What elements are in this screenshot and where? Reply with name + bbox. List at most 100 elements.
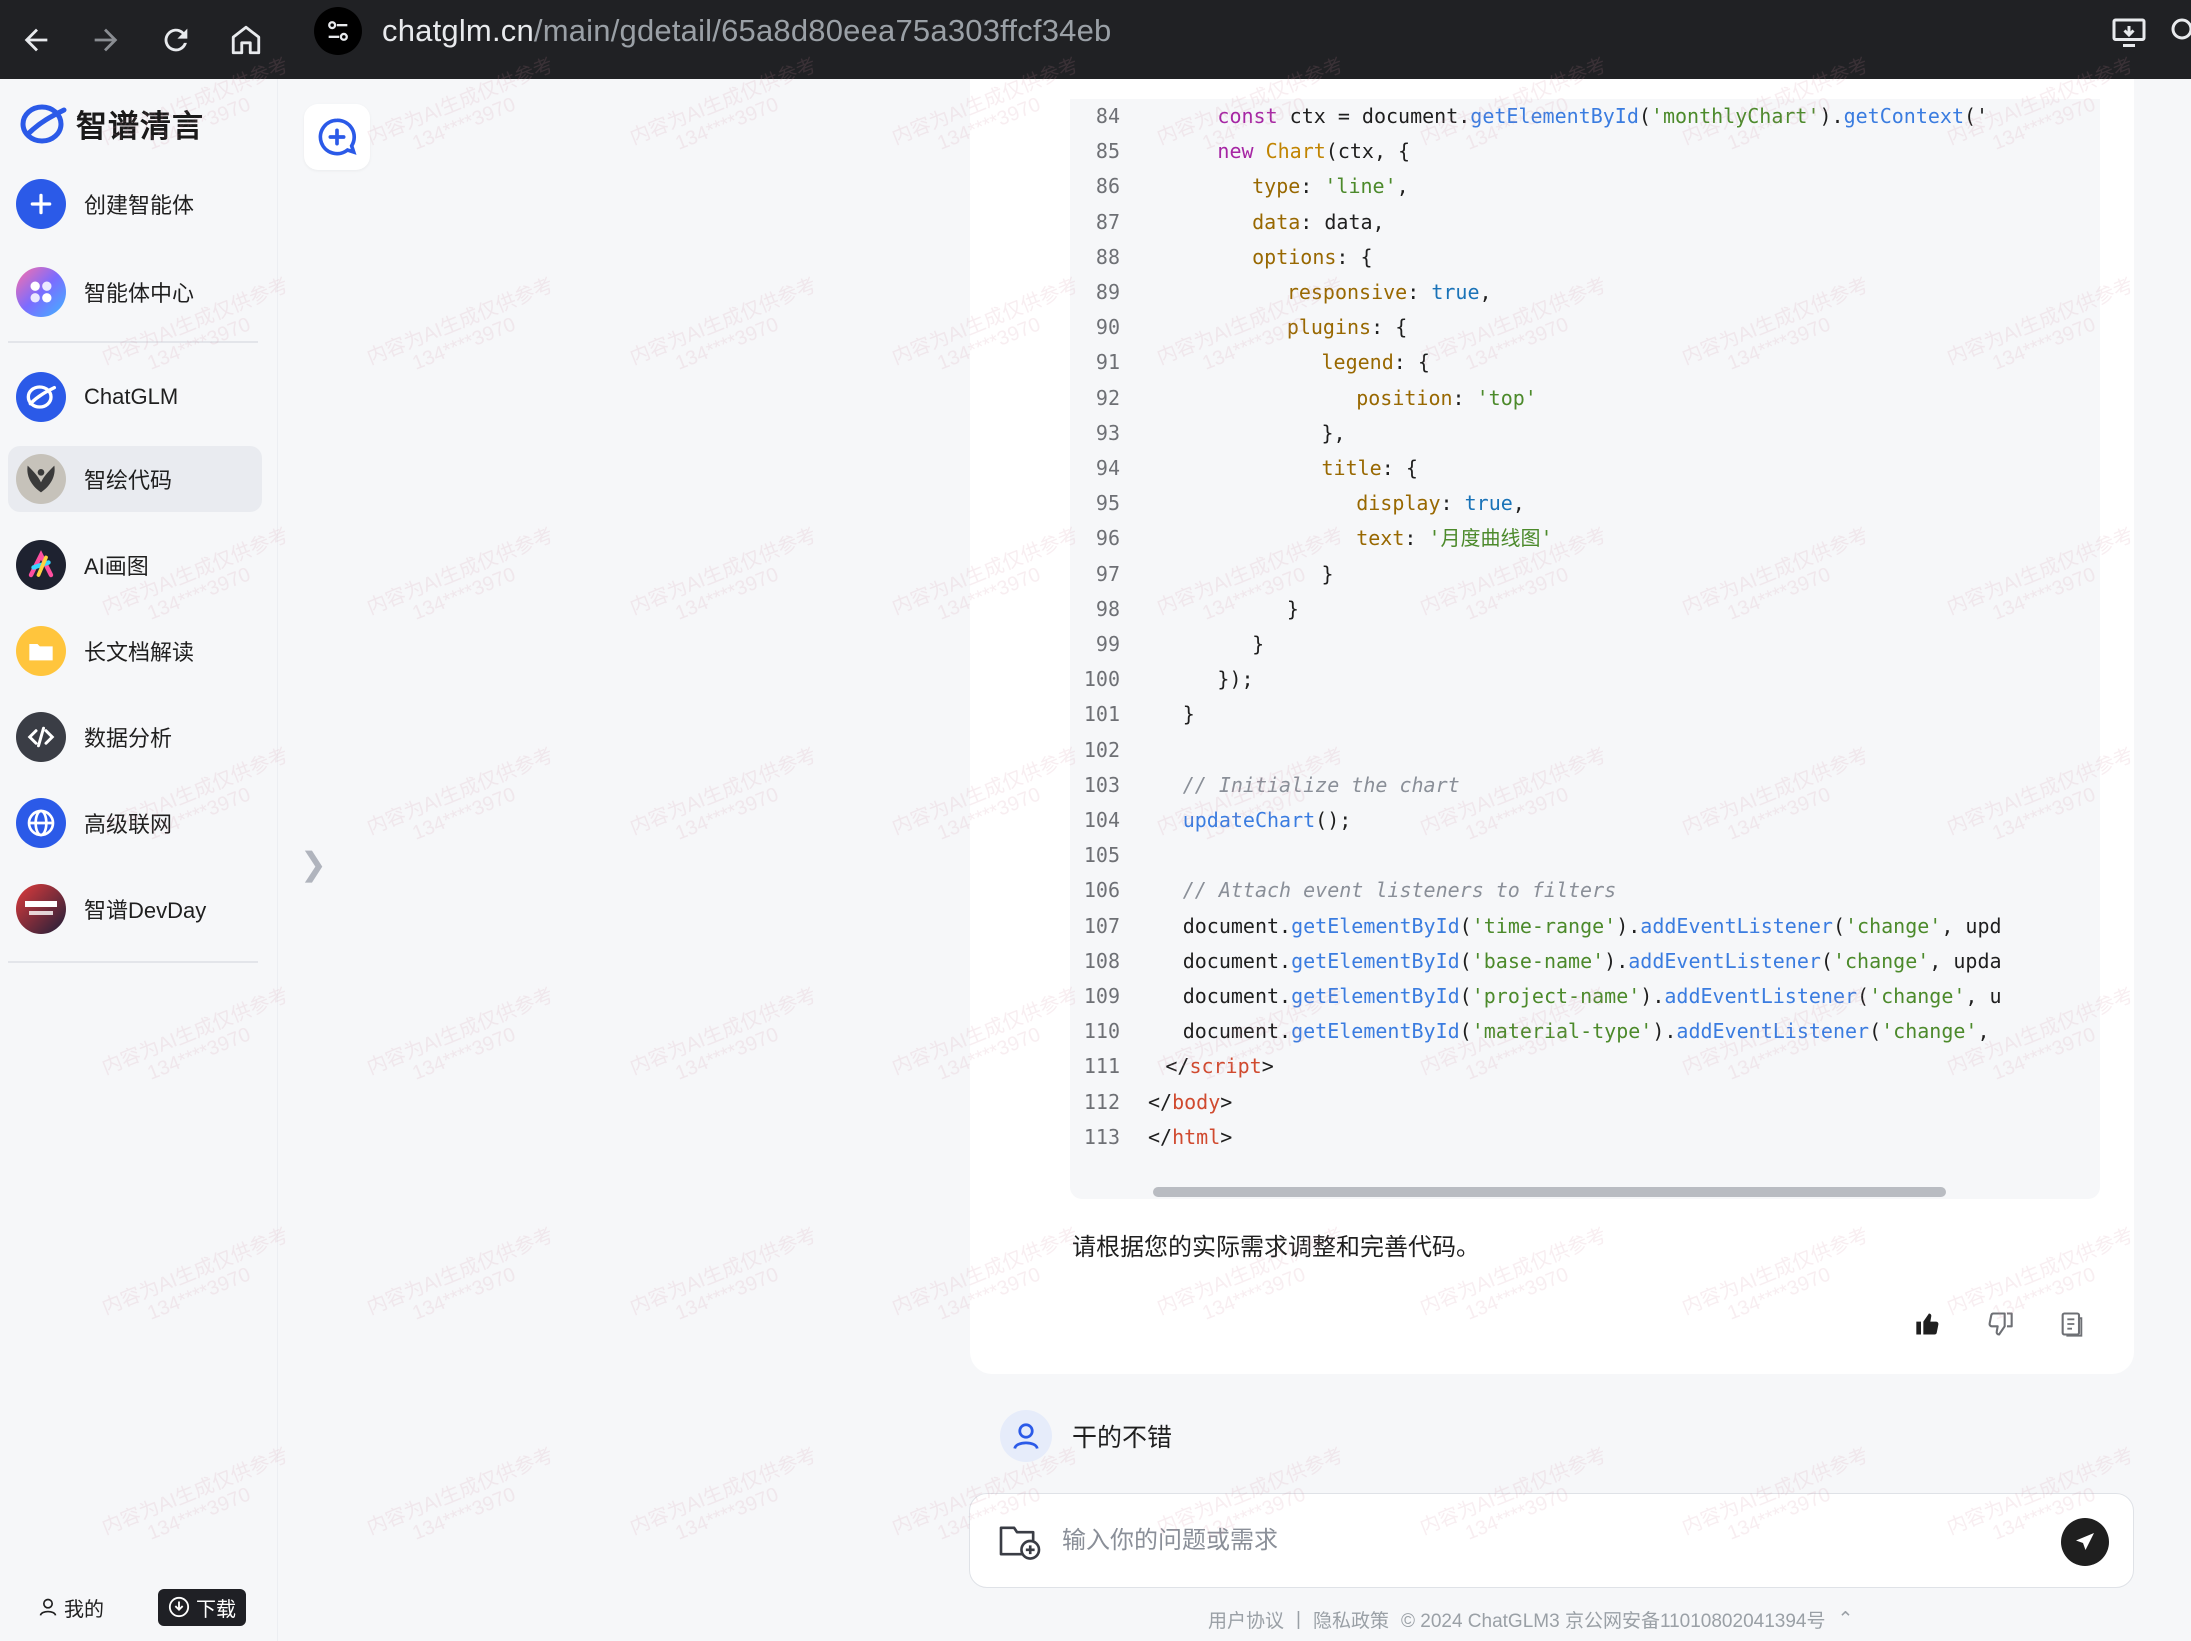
sidebar-item-agent-center[interactable]: 智能体中心: [8, 259, 262, 325]
zoom-icon[interactable]: [2161, 14, 2191, 50]
user-icon: [1013, 1423, 1039, 1450]
code-token: :: [1300, 174, 1325, 199]
code-token: 'time-range': [1471, 913, 1617, 938]
code-text: // Attach event listeners to filters: [1148, 873, 1616, 908]
send-button[interactable]: [2061, 1518, 2109, 1566]
chatglm-logo-icon: [16, 372, 66, 422]
code-text: });: [1148, 662, 1253, 697]
address-bar[interactable]: chatglm.cn/main/gdetail/65a8d80eea75a303…: [306, 6, 2096, 56]
privacy-policy-link[interactable]: 隐私政策: [1313, 1606, 1389, 1633]
user-agreement-link[interactable]: 用户协议: [1208, 1606, 1284, 1633]
code-token: type: [1252, 174, 1301, 199]
app-logo[interactable]: 智谱清言: [20, 101, 204, 146]
line-number: 92: [1095, 385, 1120, 410]
sidebar-item-web-search[interactable]: 高级联网: [8, 790, 262, 856]
code-token: : {: [1371, 315, 1408, 340]
line-number: 113: [1083, 1124, 1120, 1149]
zhipu-logo-icon: [20, 104, 67, 143]
dislike-button[interactable]: [1980, 1304, 2020, 1344]
sidebar-item-label: 创建智能体: [84, 193, 195, 218]
code-token: }: [1182, 702, 1195, 727]
watermark-line: 内容为AI生成仅供参考: [364, 524, 557, 620]
code-token: updateChart: [1182, 808, 1316, 832]
watermark-line: 134****3970: [672, 313, 782, 375]
code-token: (ctx, {: [1325, 139, 1411, 164]
copy-button[interactable]: [2052, 1304, 2092, 1344]
apps-icon: [16, 267, 66, 317]
code-token: (: [1857, 984, 1870, 1008]
code-token: >: [1261, 1054, 1274, 1079]
sidebar-item-label: 智绘代码: [84, 468, 173, 493]
watermark-line: 134****3970: [672, 783, 782, 845]
chevron-up-icon[interactable]: ⌃: [1837, 1608, 1853, 1631]
sidebar-item-data-analysis[interactable]: 数据分析: [8, 704, 262, 770]
download-button[interactable]: 下载: [158, 1588, 246, 1626]
watermark-text: 内容为AI生成仅供参考134****3970: [364, 1224, 565, 1339]
code-line: 85 new Chart(ctx, {: [1070, 134, 2100, 169]
code-text: }: [1148, 592, 1299, 627]
watermark-line: 内容为AI生成仅供参考: [627, 744, 820, 840]
line-number: 99: [1095, 632, 1120, 656]
code-token: 'change': [1832, 948, 1930, 973]
watermark-line: 134****3970: [672, 1023, 782, 1085]
chat-input[interactable]: [1062, 1526, 2022, 1555]
forward-button[interactable]: [84, 18, 128, 62]
code-line: 101}: [1070, 697, 2100, 732]
logo-text: 智谱清言: [76, 109, 204, 144]
line-number: 93: [1095, 420, 1120, 445]
code-token: legend: [1321, 350, 1394, 375]
sidebar-item-long-doc[interactable]: 长文档解读: [8, 618, 262, 684]
user-message-text: 干的不错: [1072, 1424, 1173, 1452]
code-token: </: [1148, 1124, 1173, 1149]
code-token: (: [1832, 913, 1845, 938]
back-button[interactable]: [14, 18, 58, 62]
watermark-text: 内容为AI生成仅供参考134****3970: [627, 1224, 828, 1339]
watermark-line: 内容为AI生成仅供参考: [627, 984, 820, 1080]
code-line: 99}: [1070, 627, 2100, 662]
sidebar-item-create-agent[interactable]: 创建智能体: [8, 171, 262, 237]
sidebar-footer: 我的 下载: [0, 1573, 278, 1641]
line-number: 100: [1083, 667, 1120, 692]
sidebar-item-ai-draw[interactable]: AI画图: [8, 532, 262, 598]
code-text: const ctx = document.getElementById('mon…: [1148, 99, 1988, 134]
code-token: getElementById: [1291, 984, 1460, 1008]
watermark-line: 134****3970: [409, 93, 519, 155]
site-info-button[interactable]: [314, 7, 362, 55]
code-line: 107 document.getElementById('time-range')…: [1070, 909, 2100, 944]
code-token: </: [1148, 1089, 1173, 1114]
sidebar-item-chatglm[interactable]: ChatGLM: [8, 364, 262, 430]
watermark-line: 134****3970: [409, 313, 519, 375]
reload-button[interactable]: [154, 18, 198, 62]
line-number: 95: [1095, 491, 1120, 516]
sidebar-item-label: AI画图: [84, 554, 149, 579]
sidebar-item-code-draw[interactable]: 智绘代码: [8, 446, 262, 512]
line-number: 107: [1083, 913, 1120, 938]
line-number: 96: [1095, 526, 1120, 551]
install-app-icon[interactable]: [2111, 14, 2147, 50]
code-horizontal-scrollbar[interactable]: [1153, 1187, 1946, 1197]
code-token: </: [1165, 1054, 1190, 1079]
code-token: :: [1407, 280, 1432, 304]
my-account-button[interactable]: 我的: [38, 1593, 104, 1622]
upload-file-icon[interactable]: [998, 1522, 1042, 1560]
collapse-sidebar-chevron-icon[interactable]: ❯: [300, 845, 327, 883]
watermark-text: 内容为AI生成仅供参考134****3970: [364, 274, 565, 389]
watermark-line: 134****3970: [672, 93, 782, 155]
watermark-line: 134****3970: [409, 1263, 519, 1325]
code-token: }: [1321, 561, 1334, 586]
watermark-text: 内容为AI生成仅供参考134****3970: [627, 524, 828, 639]
code-token: // Attach event listeners to filters: [1182, 878, 1617, 903]
home-button[interactable]: [224, 18, 268, 62]
line-number: 88: [1095, 244, 1120, 269]
code-token: 'monthlyChart': [1650, 104, 1820, 128]
page-footer: 用户协议 | 隐私政策 © 2024 ChatGLM3 京公网安备1101080…: [1208, 1606, 1865, 1633]
code-text: responsive: true,: [1148, 275, 1492, 310]
forward-arrow-icon: [94, 28, 118, 51]
code-token: ();: [1315, 808, 1352, 832]
code-text: },: [1148, 416, 1346, 451]
code-token: >: [1220, 1089, 1233, 1114]
like-button[interactable]: [1908, 1304, 1948, 1344]
sidebar-item-devday[interactable]: 智谱DevDay: [8, 876, 262, 942]
code-token: ).: [1604, 948, 1629, 973]
new-chat-button[interactable]: [304, 104, 370, 170]
